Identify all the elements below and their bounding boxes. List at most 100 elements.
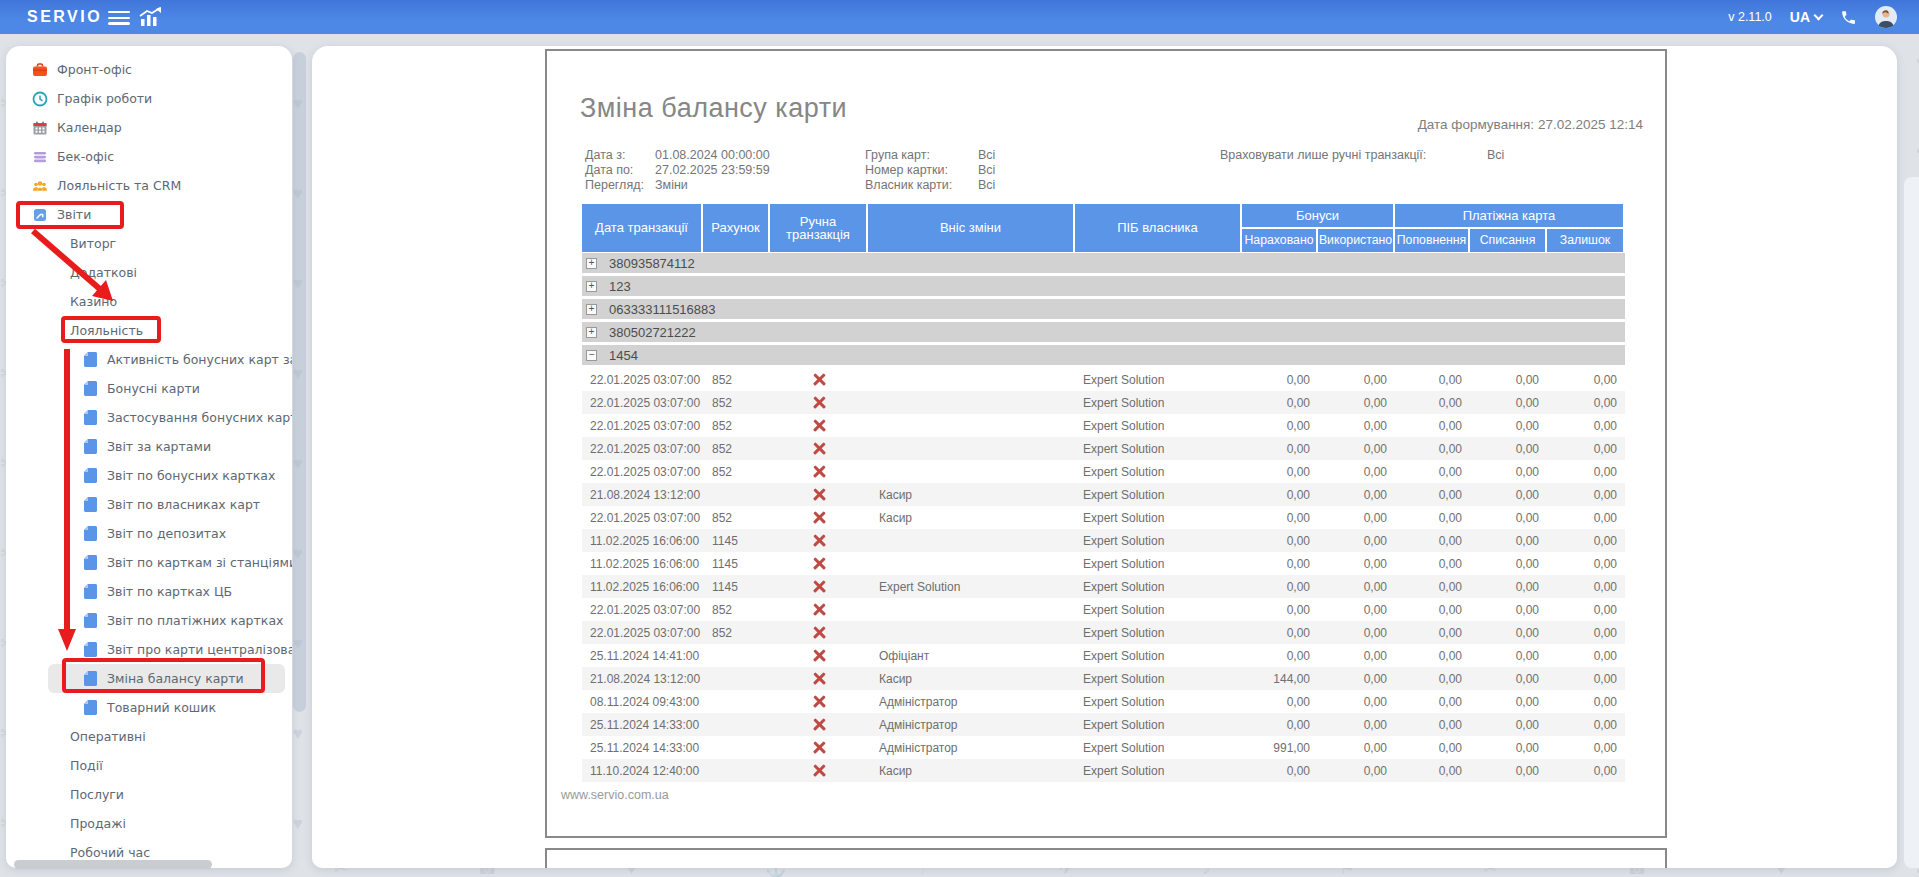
sidebar-menu: Фронт-офісГрафік роботи Календар Бек-офісЛ… xyxy=(6,46,292,867)
collapse-toggle[interactable]: − xyxy=(586,350,597,361)
cell: 0,00 xyxy=(1318,557,1395,571)
cell: 0,00 xyxy=(1547,511,1625,525)
group-row: +063333111516883 xyxy=(582,299,1625,322)
param-label: Дата по: xyxy=(585,163,633,177)
manual-transaction-cell xyxy=(770,511,868,524)
sidebar-item-operational[interactable]: Оперативні xyxy=(6,722,292,751)
cell: 22.01.2025 03:07:00 xyxy=(582,419,703,433)
cell: Касир xyxy=(868,511,1075,525)
cell: 0,00 xyxy=(1395,580,1470,594)
table-row: 22.01.2025 03:07:00852Expert Solution0,0… xyxy=(582,437,1625,460)
cell: Expert Solution xyxy=(1075,603,1242,617)
chart-icon[interactable] xyxy=(138,7,164,27)
group-row: +380935874112 xyxy=(582,253,1625,276)
cell: 0,00 xyxy=(1395,534,1470,548)
red-x-icon xyxy=(813,465,826,478)
doc-icon xyxy=(84,352,97,367)
sidebar: Фронт-офісГрафік роботи Календар Бек-офісЛ… xyxy=(6,46,292,868)
language-selector[interactable]: UA xyxy=(1790,9,1822,25)
sidebar-item-sales[interactable]: Продажі xyxy=(6,809,292,838)
cell: 0,00 xyxy=(1242,442,1318,456)
sidebar-item-cb-cards-report[interactable]: Звіт по картках ЦБ xyxy=(6,577,292,606)
table-row: 25.11.2024 14:41:00ОфіціантExpert Soluti… xyxy=(582,644,1625,667)
sidebar-item-casino[interactable]: Казино xyxy=(6,287,292,316)
cell: 22.01.2025 03:07:00 xyxy=(582,442,703,456)
red-x-icon xyxy=(813,603,826,616)
cell: 0,00 xyxy=(1470,488,1547,502)
table-row: 11.02.2025 16:06:001145Expert SolutionEx… xyxy=(582,575,1625,598)
sidebar-item-front-office[interactable]: Фронт-офіс xyxy=(6,55,292,84)
cell: 0,00 xyxy=(1242,649,1318,663)
sidebar-item-revenue[interactable]: Виторг xyxy=(6,229,292,258)
sidebar-item-bonus-cards-activity[interactable]: Активність бонусних карт за п xyxy=(6,345,292,374)
cell: 11.10.2024 12:40:00 xyxy=(582,764,703,778)
sidebar-item-label: Календар xyxy=(57,120,122,135)
cell: 11.02.2025 16:06:00 xyxy=(582,534,703,548)
red-x-icon xyxy=(813,396,826,409)
expand-toggle[interactable]: + xyxy=(586,258,597,269)
cell: 0,00 xyxy=(1470,626,1547,640)
cell: 0,00 xyxy=(1547,557,1625,571)
sidebar-item-calendar[interactable]: Календар xyxy=(6,113,292,142)
table-row: 08.11.2024 09:43:00АдміністраторExpert S… xyxy=(582,690,1625,713)
main-vertical-scrollbar[interactable] xyxy=(1904,177,1919,868)
cell: Expert Solution xyxy=(1075,695,1242,709)
cell: 0,00 xyxy=(1318,718,1395,732)
cell: Expert Solution xyxy=(1075,580,1242,594)
cell: 0,00 xyxy=(1547,764,1625,778)
sidebar-item-events[interactable]: Події xyxy=(6,751,292,780)
expand-toggle[interactable]: + xyxy=(586,327,597,338)
expand-toggle[interactable]: + xyxy=(586,304,597,315)
cell: Expert Solution xyxy=(1075,373,1242,387)
sidebar-item-label: Звіт про карти централізован xyxy=(107,642,292,657)
cell: 1145 xyxy=(703,534,770,548)
col-group-card: Платіжна карта xyxy=(1395,204,1623,227)
cell: Адміністратор xyxy=(868,741,1075,755)
cell: 0,00 xyxy=(1395,396,1470,410)
red-x-icon xyxy=(813,764,826,777)
cell: Expert Solution xyxy=(1075,396,1242,410)
cell: Офіціант xyxy=(868,649,1075,663)
cell: 0,00 xyxy=(1395,465,1470,479)
sidebar-item-goods-basket[interactable]: Товарний кошик xyxy=(6,693,292,722)
manual-transaction-cell xyxy=(770,695,868,708)
sidebar-item-deposits-report[interactable]: Звіт по депозитах xyxy=(6,519,292,548)
table-row: 22.01.2025 03:07:00852Expert Solution0,0… xyxy=(582,391,1625,414)
cell: 0,00 xyxy=(1318,649,1395,663)
red-x-icon xyxy=(813,741,826,754)
doc-icon xyxy=(84,410,97,425)
phone-icon[interactable] xyxy=(1840,9,1857,26)
manual-transaction-cell xyxy=(770,649,868,662)
report-table-body: +380935874112+123+063333111516883+380502… xyxy=(582,253,1625,782)
report-footer-url: www.servio.com.ua xyxy=(561,788,669,802)
sidebar-item-bonus-cards[interactable]: Бонусні карти xyxy=(6,374,292,403)
report-formed-date: Дата формування: 27.02.2025 12:14 xyxy=(1418,117,1643,132)
sidebar-horizontal-scrollbar[interactable] xyxy=(14,860,212,869)
sidebar-vertical-scrollbar[interactable] xyxy=(293,52,306,712)
red-x-icon xyxy=(813,442,826,455)
sidebar-item-cards-stations-report[interactable]: Звіт по карткам зі станціями xyxy=(6,548,292,577)
cell: 11.02.2025 16:06:00 xyxy=(582,580,703,594)
sidebar-item-services[interactable]: Послуги xyxy=(6,780,292,809)
sidebar-item-bonus-cards-report[interactable]: Звіт по бонусних картках xyxy=(6,461,292,490)
cell: Expert Solution xyxy=(1075,718,1242,732)
sidebar-item-work-schedule[interactable]: Графік роботи xyxy=(6,84,292,113)
sidebar-item-additional[interactable]: Додаткові xyxy=(6,258,292,287)
table-header: Дата транзакції Рахунок Ручна транзакція… xyxy=(582,204,1625,252)
sidebar-item-loyalty-crm[interactable]: Лояльність та CRM xyxy=(6,171,292,200)
table-row: 22.01.2025 03:07:00852Expert Solution0,0… xyxy=(582,621,1625,644)
cell: 0,00 xyxy=(1318,442,1395,456)
sidebar-item-payment-cards-report[interactable]: Звіт по платіжних картках xyxy=(6,606,292,635)
col-header-account: Рахунок xyxy=(703,204,768,252)
report-page-2 xyxy=(545,848,1667,868)
menu-icon[interactable] xyxy=(108,11,130,25)
sidebar-item-back-office[interactable]: Бек-офіс xyxy=(6,142,292,171)
user-avatar[interactable] xyxy=(1875,6,1897,28)
expand-toggle[interactable]: + xyxy=(586,281,597,292)
group-row: −1454 xyxy=(582,345,1625,368)
sidebar-item-cards-report[interactable]: Звіт за картами xyxy=(6,432,292,461)
sidebar-item-card-owners-report[interactable]: Звіт по власниках карт xyxy=(6,490,292,519)
cell: 0,00 xyxy=(1318,626,1395,640)
cell: 0,00 xyxy=(1242,764,1318,778)
sidebar-item-bonus-cards-usage[interactable]: Застосування бонусних карт о xyxy=(6,403,292,432)
